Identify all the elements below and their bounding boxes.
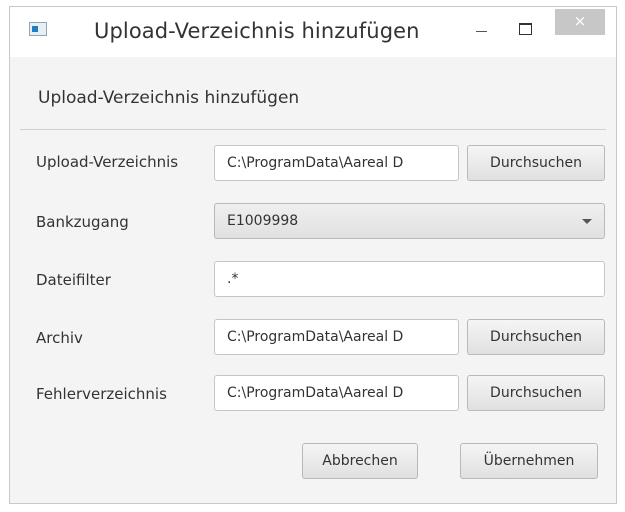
upload-dir-label: Upload-Verzeichnis <box>36 153 179 171</box>
cancel-button[interactable]: Abbrechen <box>302 443 418 479</box>
upload-dir-input[interactable]: C:\ProgramData\Aareal D <box>214 145 459 181</box>
file-filter-label: Dateifilter <box>36 271 111 289</box>
archive-label: Archiv <box>36 329 83 347</box>
file-filter-input[interactable]: .* <box>214 261 605 297</box>
archive-input[interactable]: C:\ProgramData\Aareal D <box>214 319 459 355</box>
error-dir-label: Fehlerverzeichnis <box>36 385 167 403</box>
archive-browse-button[interactable]: Durchsuchen <box>467 319 605 355</box>
minimize-button[interactable] <box>466 19 496 41</box>
error-dir-browse-button[interactable]: Durchsuchen <box>467 375 605 411</box>
dialog-window: Upload-Verzeichnis hinzufügen × Upload-V… <box>9 6 617 504</box>
close-icon: × <box>573 12 587 30</box>
close-button[interactable]: × <box>555 9 605 35</box>
window-title: Upload-Verzeichnis hinzufügen <box>94 19 420 43</box>
bank-access-select[interactable]: E1009998 <box>214 203 605 239</box>
dialog-heading: Upload-Verzeichnis hinzufügen <box>38 88 300 108</box>
bank-access-value: E1009998 <box>227 213 299 229</box>
maximize-button[interactable] <box>510 19 540 41</box>
app-icon <box>29 22 47 36</box>
bank-access-label: Bankzugang <box>36 213 129 231</box>
upload-dir-browse-button[interactable]: Durchsuchen <box>467 145 605 181</box>
error-dir-input[interactable]: C:\ProgramData\Aareal D <box>214 375 459 411</box>
title-bar[interactable]: Upload-Verzeichnis hinzufügen × <box>10 7 616 57</box>
apply-button[interactable]: Übernehmen <box>460 443 598 479</box>
minimize-icon <box>476 31 487 32</box>
chevron-down-icon <box>582 219 592 224</box>
maximize-icon <box>519 23 532 35</box>
